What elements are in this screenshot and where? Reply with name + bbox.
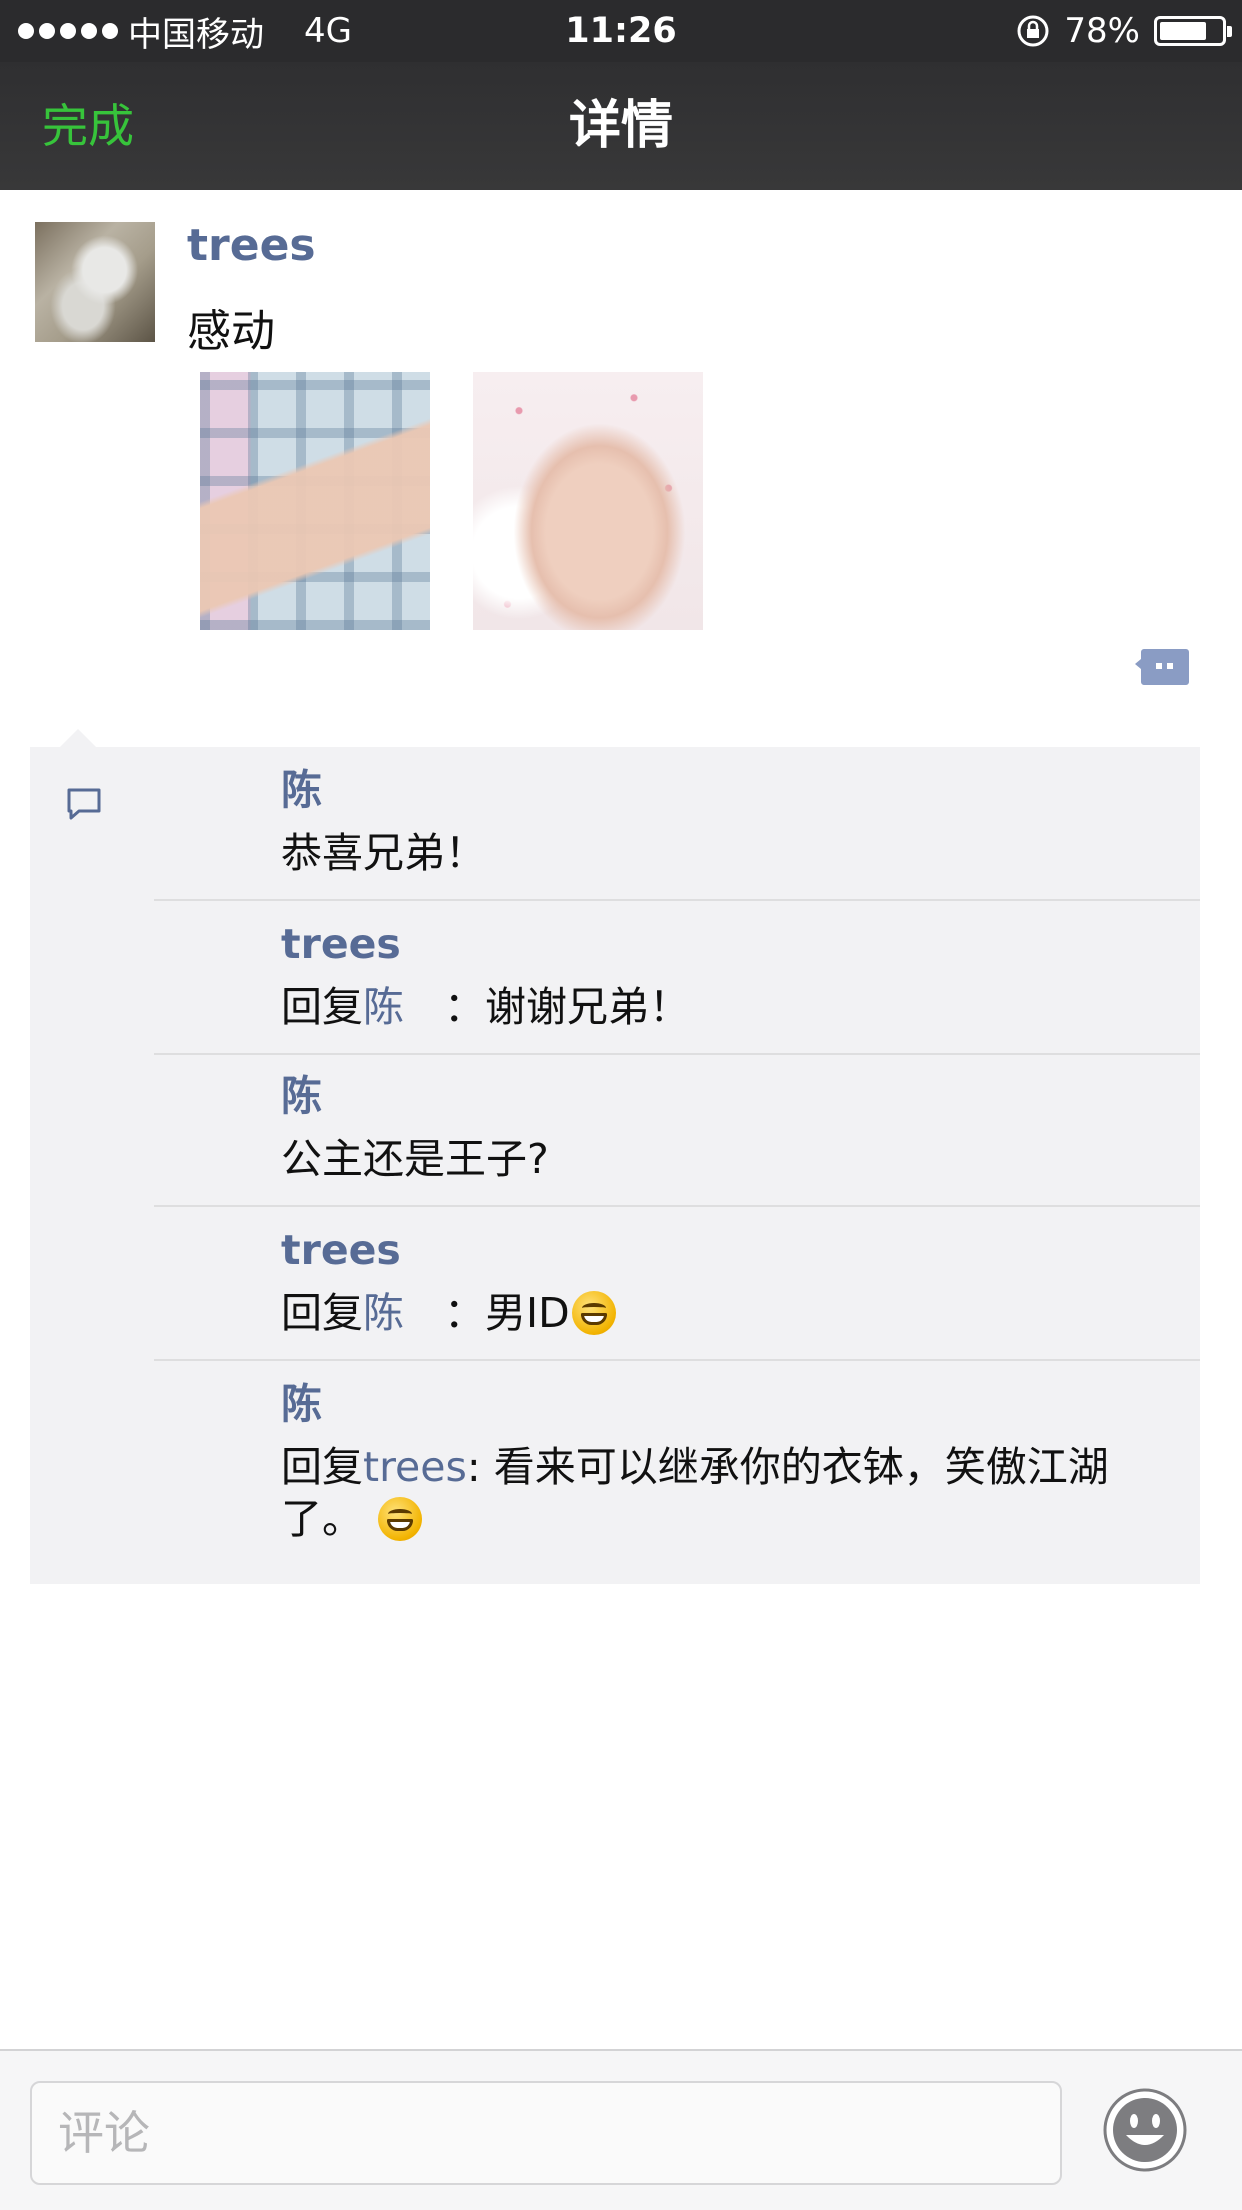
status-bar: 中国移动 4G 11:26 78% <box>0 0 1242 62</box>
comment-action-button[interactable] <box>1134 645 1190 689</box>
grin-emoji-icon <box>571 1291 616 1335</box>
comments-pointer <box>60 729 96 747</box>
reply-prefix: 回复 <box>281 1443 363 1491</box>
emoji-button[interactable] <box>1102 2087 1188 2173</box>
reply-target[interactable]: trees <box>363 1443 467 1491</box>
battery-percentage: 78% <box>1064 11 1140 51</box>
battery-icon <box>1154 16 1232 46</box>
post-author-name[interactable]: trees <box>187 220 316 271</box>
comments-section: 陈 恭喜兄弟！ trees 回复陈 ：谢谢兄弟！ 陈 公主还是王子? trees … <box>30 747 1200 1584</box>
comment-author[interactable]: trees <box>281 1225 401 1275</box>
author-avatar[interactable] <box>35 222 155 342</box>
comment-text: 恭喜兄弟！ <box>281 829 486 877</box>
comment-text: 回复陈 ：男ID <box>281 1287 1181 1339</box>
comment-author[interactable]: 陈 <box>281 765 322 815</box>
navigation-bar: 完成 详情 <box>0 62 1242 190</box>
comment-text: 回复陈 ：谢谢兄弟！ <box>281 983 690 1031</box>
post-photo-1[interactable] <box>200 372 430 630</box>
comment-item[interactable]: 陈 回复trees: 看来可以继承你的衣钵，笑傲江湖了。 <box>154 1361 1200 1551</box>
comment-input[interactable] <box>30 2081 1062 2185</box>
comment-author[interactable]: trees <box>281 919 401 969</box>
comment-text: 公主还是王子? <box>281 1135 549 1183</box>
comment-bubble-icon <box>67 788 101 820</box>
rotation-lock-icon <box>1017 15 1049 47</box>
reply-target[interactable]: 陈 <box>363 983 404 1031</box>
comment-item[interactable]: 陈 公主还是王子? <box>154 1053 1200 1207</box>
reply-target[interactable]: 陈 <box>363 1289 404 1337</box>
comment-item[interactable]: 陈 恭喜兄弟！ <box>154 747 1200 901</box>
page-title: 详情 <box>568 96 673 156</box>
comment-author[interactable]: 陈 <box>281 1379 322 1429</box>
grin-emoji-icon <box>378 1497 423 1541</box>
post-photo-2[interactable] <box>473 372 703 630</box>
reply-prefix: 回复 <box>281 1289 363 1337</box>
comment-author[interactable]: 陈 <box>281 1071 322 1121</box>
reply-prefix: 回复 <box>281 983 363 1031</box>
comment-text: 回复trees: 看来可以继承你的衣钵，笑傲江湖了。 <box>281 1443 1109 1543</box>
post-text: 感动 <box>187 306 275 357</box>
comment-input-bar <box>0 2049 1242 2210</box>
comment-item[interactable]: trees 回复陈 ：谢谢兄弟！ <box>154 901 1200 1055</box>
comment-item[interactable]: trees 回复陈 ：男ID <box>154 1207 1200 1361</box>
